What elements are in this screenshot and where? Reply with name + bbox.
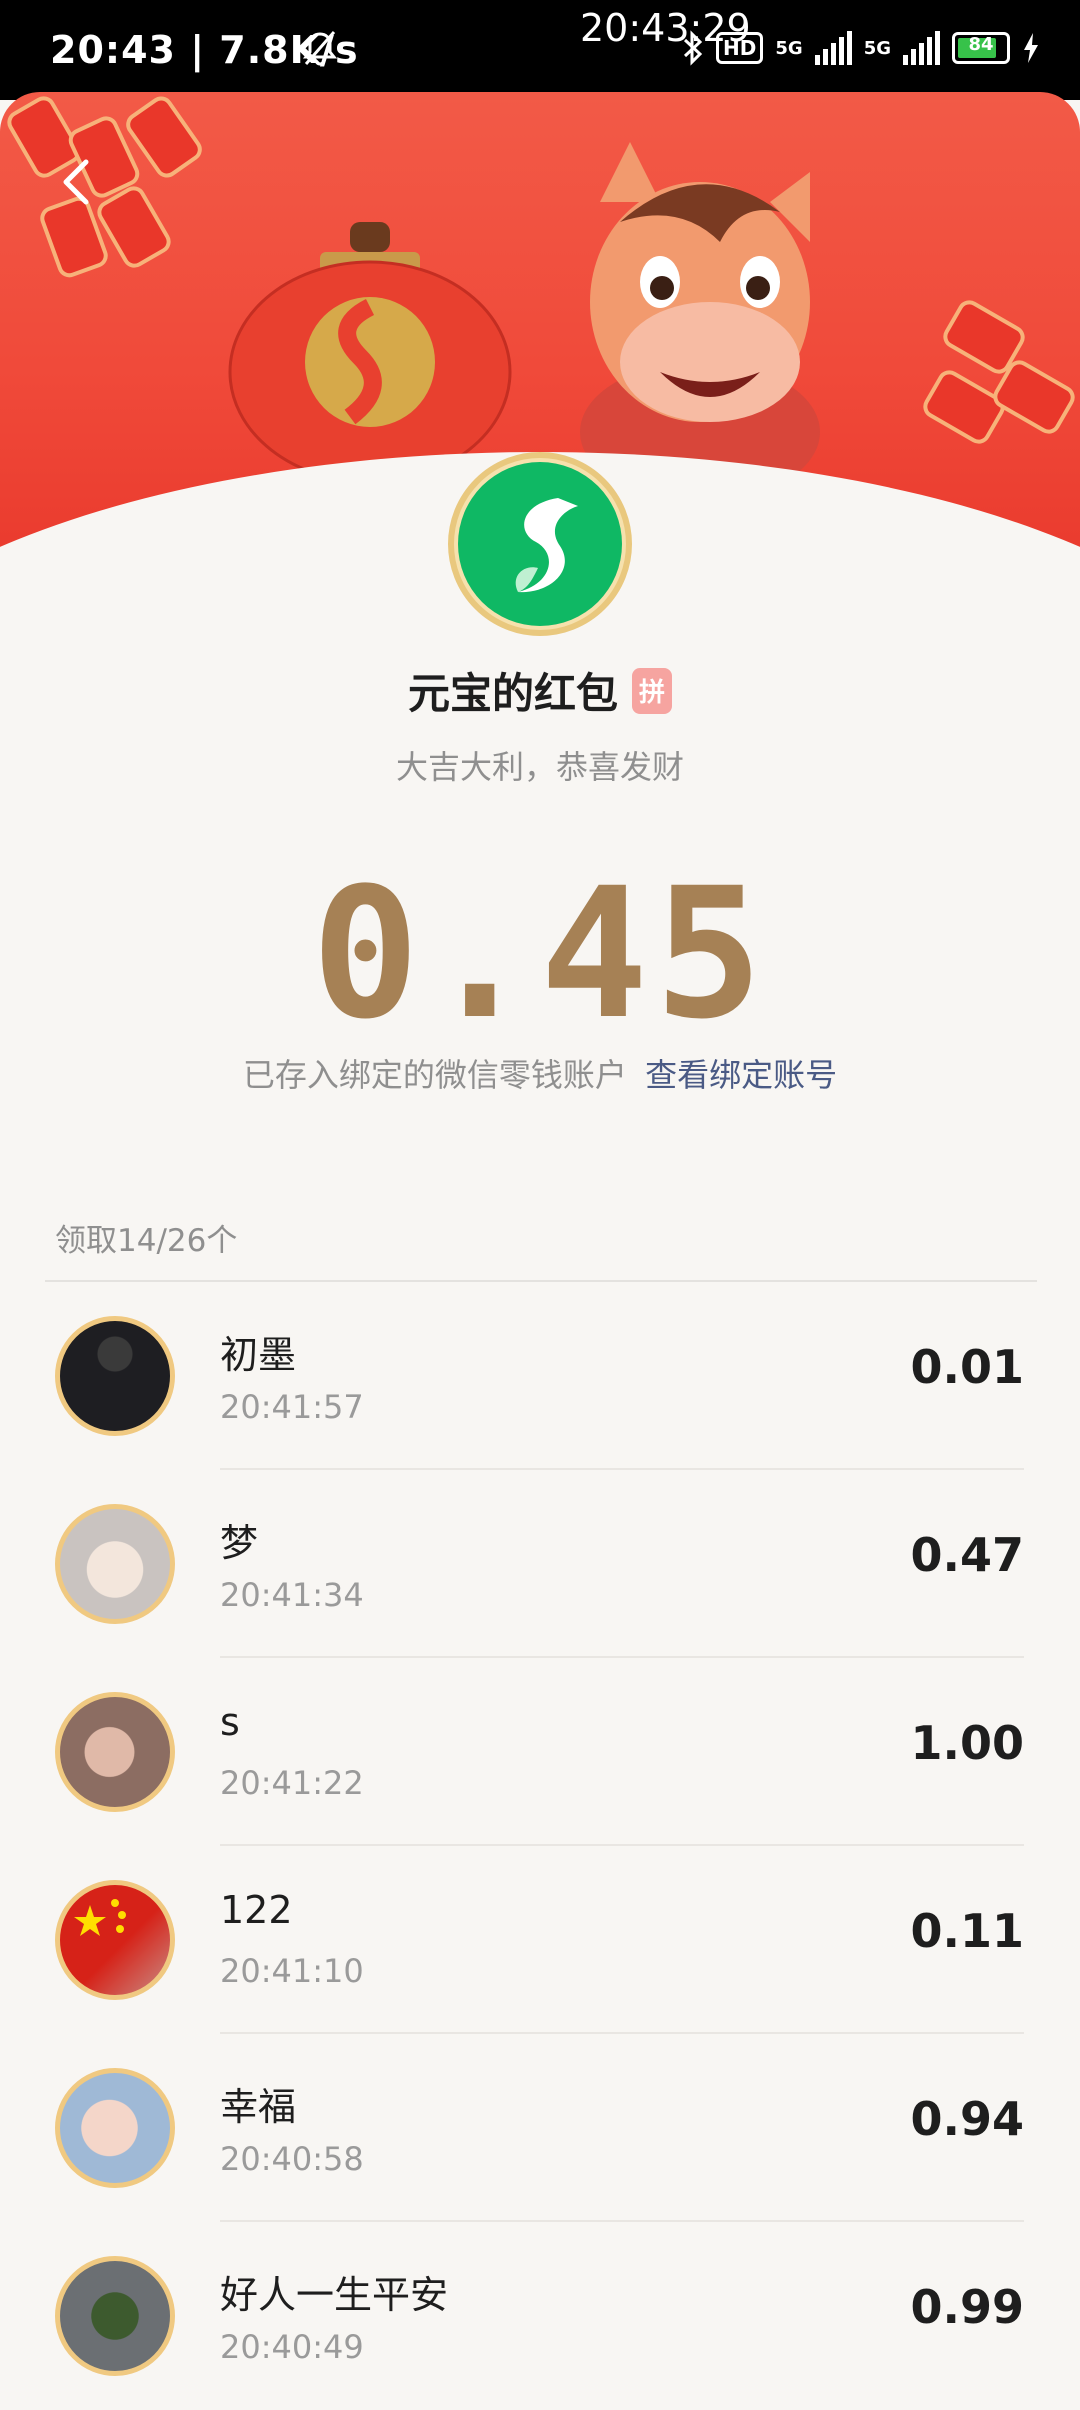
pony-mascot-illustration bbox=[580, 142, 820, 492]
avatar bbox=[55, 1504, 175, 1624]
packet-blessing: 大吉大利，恭喜发财 bbox=[395, 748, 684, 786]
signal-bars-1-icon bbox=[814, 31, 852, 65]
claim-amount: 1.00 bbox=[910, 1716, 1025, 1770]
bell-muted-icon bbox=[302, 31, 338, 66]
star-flag-icon bbox=[74, 1899, 126, 1936]
received-amount: 0.45 bbox=[311, 850, 769, 1059]
sender-avatar bbox=[448, 452, 632, 636]
hd-voice-badge: HD bbox=[716, 32, 764, 64]
claim-row[interactable]: 好人一生平安 20:40:49 0.99 bbox=[0, 2222, 1080, 2410]
charging-icon bbox=[1024, 33, 1038, 63]
avatar bbox=[55, 2256, 175, 2376]
claim-time: 20:41:34 bbox=[220, 1576, 364, 1614]
claimer-name: 初墨 bbox=[220, 1333, 297, 1377]
avatar bbox=[55, 1316, 175, 1436]
claim-row[interactable]: 初墨 20:41:57 0.01 bbox=[0, 1282, 1080, 1470]
claim-time: 20:40:58 bbox=[220, 2140, 364, 2178]
firecrackers-right-illustration bbox=[923, 300, 1075, 444]
battery-icon: 84 bbox=[952, 32, 1010, 64]
claimer-name: 122 bbox=[220, 1888, 293, 1932]
claim-time: 20:41:22 bbox=[220, 1764, 364, 1802]
claim-amount: 0.47 bbox=[910, 1528, 1025, 1582]
bluetooth-icon bbox=[684, 30, 703, 66]
avatar bbox=[55, 1692, 175, 1812]
battery-level: 84 bbox=[968, 34, 994, 55]
claim-row[interactable]: 幸福 20:40:58 0.94 bbox=[0, 2034, 1080, 2222]
claim-time: 20:40:49 bbox=[220, 2328, 364, 2366]
packet-title: 元宝的红包 bbox=[407, 669, 618, 718]
signal-bars-2-icon bbox=[903, 31, 940, 65]
claim-summary: 领取14/26个 bbox=[55, 1223, 238, 1259]
deposit-text: 已存入绑定的微信零钱账户 bbox=[242, 1056, 627, 1094]
claim-list: 初墨 20:41:57 0.01 梦 20:41:34 0.47 s 20:41… bbox=[0, 1282, 1080, 2410]
network-type-1: 5G bbox=[775, 37, 803, 59]
claimer-name: 幸福 bbox=[220, 2085, 297, 2129]
claim-amount: 0.01 bbox=[910, 1340, 1025, 1394]
packet-title-row: 元宝的红包 拼 bbox=[0, 660, 1080, 721]
claim-amount: 0.11 bbox=[910, 1904, 1025, 1958]
claim-time: 20:41:10 bbox=[220, 1952, 364, 1990]
status-bar: 20:43 | 7.8K/s 20:43:29 HD 5G 5G 84 bbox=[0, 0, 1080, 100]
network-type-2: 5G bbox=[863, 37, 891, 59]
avatar bbox=[55, 2068, 175, 2188]
avatar bbox=[55, 1880, 175, 2000]
claimer-name: 好人一生平安 bbox=[220, 2273, 449, 2317]
claim-time: 20:41:57 bbox=[220, 1388, 364, 1426]
claim-row[interactable]: 梦 20:41:34 0.47 bbox=[0, 1470, 1080, 1658]
claim-amount: 0.99 bbox=[910, 2280, 1025, 2334]
claimer-name: s bbox=[220, 1700, 240, 1744]
claim-row[interactable]: 122 20:41:10 0.11 bbox=[0, 1846, 1080, 2034]
yuanbao-logo-icon bbox=[515, 498, 578, 593]
claimer-name: 梦 bbox=[220, 1521, 259, 1565]
status-indicators: HD 5G 5G 84 bbox=[682, 30, 1040, 66]
deposit-info: 已存入绑定的微信零钱账户 查看绑定账号 bbox=[0, 1050, 1080, 1096]
claim-amount: 0.94 bbox=[910, 2092, 1025, 2146]
back-arrow-icon[interactable] bbox=[48, 152, 108, 212]
claim-row[interactable]: s 20:41:22 1.00 bbox=[0, 1658, 1080, 1846]
group-pin-badge: 拼 bbox=[632, 667, 672, 714]
view-bound-account-link[interactable]: 查看绑定账号 bbox=[645, 1056, 837, 1094]
